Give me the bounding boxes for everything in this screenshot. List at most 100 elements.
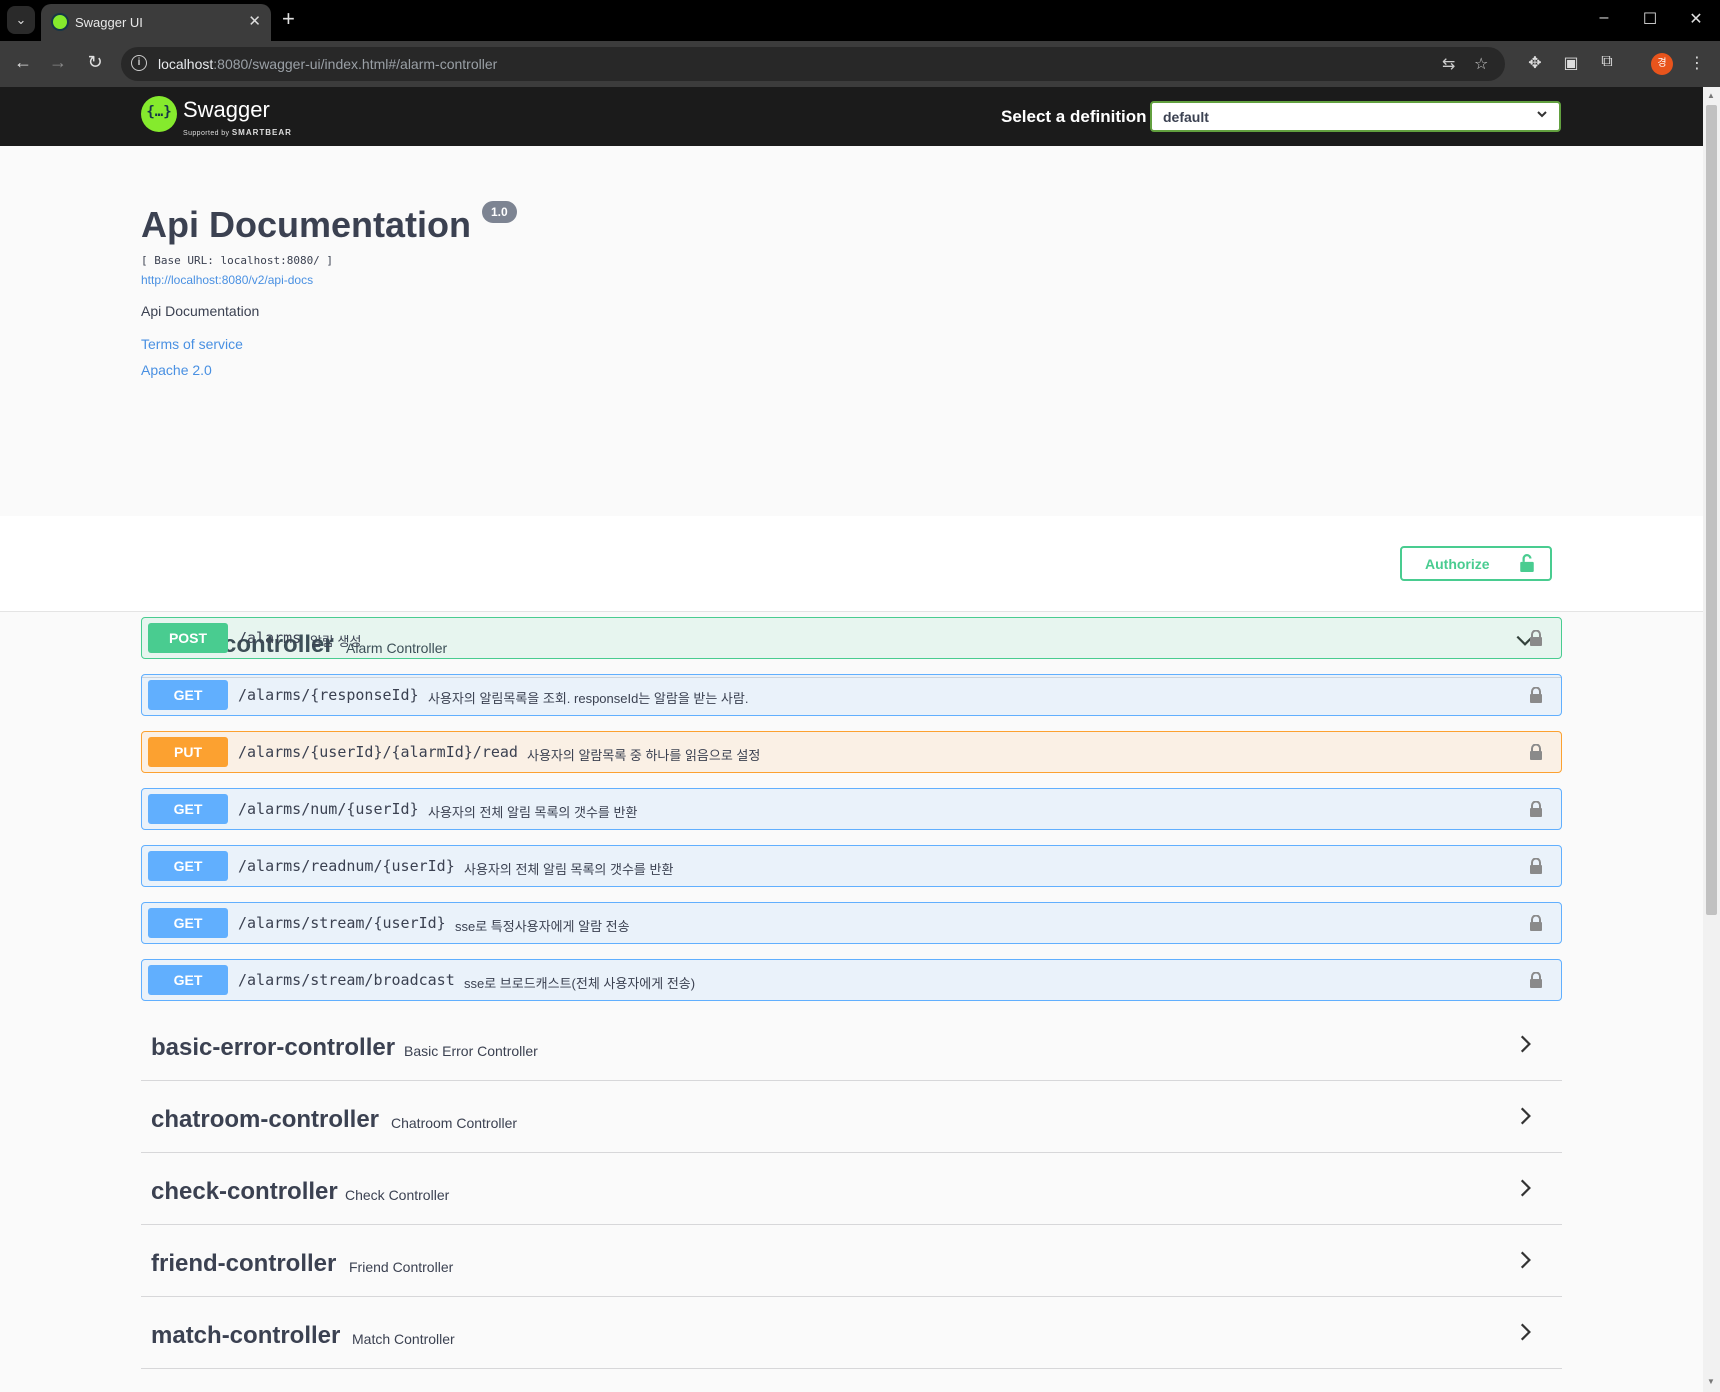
profile-avatar[interactable]: 경 [1651, 53, 1673, 75]
browser-toolbar: ← → ↻ i localhost:8080/swagger-ui/index.… [0, 41, 1720, 87]
api-docs-link[interactable]: http://localhost:8080/v2/api-docs [141, 273, 313, 287]
scroll-down-icon[interactable]: ▼ [1707, 1377, 1715, 1386]
api-title: Api Documentation [141, 204, 471, 245]
operation-summary: 사용자의 전체 알림 목록의 갯수를 반환 [428, 805, 638, 820]
operation-path: /alarms/stream/{userId} [238, 914, 446, 932]
operation-path: /alarms/num/{userId} [238, 800, 419, 818]
tag-name: match-controller [151, 1322, 341, 1349]
scheme-container: Authorize [0, 516, 1703, 612]
site-info-icon[interactable]: i [131, 55, 147, 71]
tag-name: check-controller [151, 1178, 338, 1205]
tag-header[interactable]: basic-error-controller Basic Error Contr… [141, 1015, 1562, 1081]
method-badge: GET [148, 965, 228, 995]
maximize-icon[interactable]: ☐ [1627, 9, 1673, 29]
tag-check-controller: check-controller Check Controller [141, 1159, 1562, 1225]
license-link[interactable]: Apache 2.0 [141, 362, 212, 378]
tag-description: Basic Error Controller [404, 1043, 538, 1059]
api-info: Api Documentation 1.0 [ Base URL: localh… [0, 146, 1703, 516]
swagger-topbar: {…} Swagger Supported by SMARTBEAR Selec… [0, 87, 1703, 146]
address-bar[interactable]: i localhost:8080/swagger-ui/index.html#/… [121, 47, 1505, 81]
tag-header[interactable]: match-controller Match Controller [141, 1303, 1562, 1369]
reload-icon[interactable]: ↻ [83, 52, 107, 73]
tag-header[interactable]: friend-controller Friend Controller [141, 1231, 1562, 1297]
minimize-icon[interactable]: – [1581, 9, 1627, 27]
tag-name: chatroom-controller [151, 1106, 380, 1133]
method-badge: GET [148, 851, 228, 881]
method-badge: POST [148, 623, 228, 653]
chevron-right-icon[interactable] [1514, 1249, 1536, 1271]
tag-match-controller: match-controller Match Controller [141, 1303, 1562, 1369]
sidebar-icon[interactable]: ▣ [1560, 53, 1582, 73]
browser-tab-strip: ⌄ Swagger UI ✕ + – ☐ ✕ [0, 0, 1720, 41]
operation-summary: 사용자의 알람목록 중 하나를 읽음으로 설정 [527, 748, 761, 763]
tag-description: Match Controller [352, 1331, 455, 1347]
operation-post-alarms[interactable]: POST /alarms 알람 생성 [141, 617, 1562, 659]
operation-get-alarms-stream[interactable]: GET /alarms/stream/{userId} sse로 특정사용자에게… [141, 902, 1562, 944]
operation-path: /alarms [238, 629, 302, 647]
operation-put-alarms-read[interactable]: PUT /alarms/{userId}/{alarmId}/read 사용자의… [141, 731, 1562, 773]
browser-tab[interactable]: Swagger UI ✕ [41, 4, 271, 41]
lock-icon[interactable] [1529, 687, 1543, 703]
swagger-favicon-icon [51, 13, 69, 31]
api-description: Api Documentation [141, 303, 260, 319]
extensions-puzzle-icon[interactable]: ⧉ [1596, 53, 1618, 71]
tag-header[interactable]: chatroom-controller Chatroom Controller [141, 1087, 1562, 1153]
method-badge: GET [148, 794, 228, 824]
lock-icon[interactable] [1529, 915, 1543, 931]
translate-icon[interactable]: ⇆ [1442, 54, 1455, 74]
authorize-button[interactable]: Authorize [1400, 546, 1552, 581]
url-text[interactable]: localhost:8080/swagger-ui/index.html#/al… [158, 56, 497, 72]
authorize-label: Authorize [1425, 556, 1490, 572]
smartbear-tagline: Supported by SMARTBEAR [183, 128, 292, 137]
bookmark-star-icon[interactable]: ☆ [1474, 54, 1488, 74]
swagger-brand[interactable]: Swagger [183, 97, 270, 123]
browser-menu-icon[interactable]: ⋮ [1686, 53, 1708, 73]
lock-icon[interactable] [1529, 858, 1543, 874]
chevron-down-icon [1535, 107, 1549, 124]
version-badge: 1.0 [482, 201, 517, 223]
operation-get-alarms-responseid[interactable]: GET /alarms/{responseId} 사용자의 알림목록을 조회. … [141, 674, 1562, 716]
lock-icon[interactable] [1529, 630, 1543, 646]
tag-friend-controller: friend-controller Friend Controller [141, 1231, 1562, 1297]
terms-of-service-link[interactable]: Terms of service [141, 336, 243, 352]
scroll-thumb[interactable] [1706, 105, 1717, 915]
chevron-right-icon[interactable] [1514, 1105, 1536, 1127]
page-scrollbar[interactable]: ▲ ▼ [1703, 87, 1720, 1392]
chevron-right-icon[interactable] [1514, 1033, 1536, 1055]
tag-description: Chatroom Controller [391, 1115, 518, 1131]
operation-summary: 사용자의 알림목록을 조회. responseId는 알람을 받는 사람. [428, 691, 749, 706]
tab-close-icon[interactable]: ✕ [248, 12, 261, 30]
page-viewport: {…} Swagger Supported by SMARTBEAR Selec… [0, 87, 1703, 1392]
base-url: [ Base URL: localhost:8080/ ] [141, 254, 334, 267]
operation-get-alarms-num[interactable]: GET /alarms/num/{userId} 사용자의 전체 알림 목록의 … [141, 788, 1562, 830]
lock-icon[interactable] [1529, 744, 1543, 760]
scroll-up-icon[interactable]: ▲ [1707, 91, 1715, 100]
operation-summary: 알람 생성 [310, 634, 362, 649]
back-icon[interactable]: ← [11, 52, 35, 73]
operation-path: /alarms/{responseId} [238, 686, 419, 704]
method-badge: GET [148, 680, 228, 710]
definition-label: Select a definition [1001, 107, 1147, 126]
chevron-right-icon[interactable] [1514, 1177, 1536, 1199]
definition-select[interactable]: default [1150, 101, 1561, 132]
lock-icon[interactable] [1529, 801, 1543, 817]
operation-get-alarms-broadcast[interactable]: GET /alarms/stream/broadcast sse로 브로드캐스트… [141, 959, 1562, 1001]
tag-description: Check Controller [345, 1187, 450, 1203]
definition-value: default [1163, 109, 1209, 125]
tag-basic-error-controller: basic-error-controller Basic Error Contr… [141, 1015, 1562, 1081]
tag-header[interactable]: check-controller Check Controller [141, 1159, 1562, 1225]
swagger-logo-icon[interactable]: {…} [141, 96, 177, 132]
forward-icon[interactable]: → [46, 52, 70, 73]
operation-summary: 사용자의 전체 알림 목록의 갯수를 반환 [464, 862, 674, 877]
operation-path: /alarms/{userId}/{alarmId}/read [238, 743, 518, 761]
chevron-right-icon[interactable] [1514, 1321, 1536, 1343]
window-close-icon[interactable]: ✕ [1673, 9, 1719, 29]
tag-chatroom-controller: chatroom-controller Chatroom Controller [141, 1087, 1562, 1153]
operation-get-alarms-readnum[interactable]: GET /alarms/readnum/{userId} 사용자의 전체 알림 … [141, 845, 1562, 887]
method-badge: GET [148, 908, 228, 938]
extension-icon[interactable]: ✥ [1524, 53, 1546, 73]
new-tab-icon[interactable]: + [282, 7, 295, 31]
tab-search-icon[interactable]: ⌄ [7, 6, 35, 34]
operation-summary: sse로 특정사용자에게 알람 전송 [455, 919, 630, 934]
lock-icon[interactable] [1529, 972, 1543, 988]
